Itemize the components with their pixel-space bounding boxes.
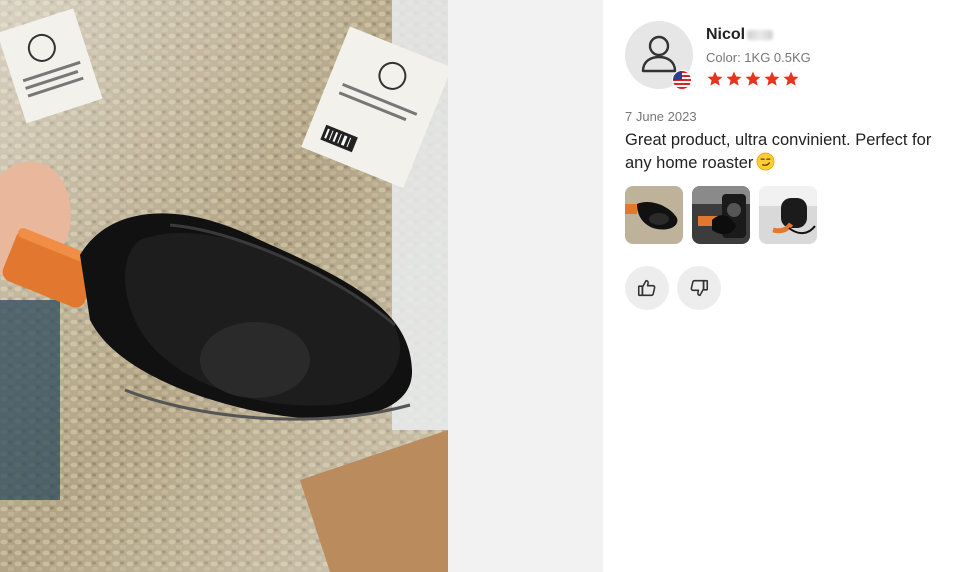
review-date: 7 June 2023 [625, 109, 697, 124]
redacted-name-blur [747, 29, 774, 40]
review-vote-buttons [625, 266, 721, 310]
review-photo-thumbnail-1[interactable] [625, 186, 683, 244]
thumbs-down-icon [690, 279, 709, 297]
review-photo-thumbnails [625, 186, 817, 244]
star-icon [744, 70, 762, 88]
coffee-scoop-photo [0, 0, 448, 572]
smirk-emoji-icon [756, 152, 775, 171]
us-flag-icon [672, 70, 692, 90]
star-rating [706, 70, 800, 88]
star-icon [706, 70, 724, 88]
review-photo-large[interactable] [0, 0, 448, 572]
reviewer-name-text: Nicol [706, 26, 746, 43]
reviewer-name: Nicol [706, 26, 774, 44]
review-card: Nicol Color: 1KG 0.5KG 7 June 2023 Great… [603, 0, 960, 572]
review-photo-thumbnail-2[interactable] [692, 186, 750, 244]
thumbs-up-icon [637, 279, 656, 297]
star-icon [725, 70, 743, 88]
helpful-button[interactable] [625, 266, 669, 310]
not-helpful-button[interactable] [677, 266, 721, 310]
star-icon [782, 70, 800, 88]
review-photo-thumbnail-3[interactable] [759, 186, 817, 244]
star-icon [763, 70, 781, 88]
review-text-body: Great product, ultra convinient. Perfect… [625, 131, 932, 172]
review-text: Great product, ultra convinient. Perfect… [625, 129, 945, 175]
image-viewer-background [448, 0, 603, 572]
variant-label: Color: 1KG 0.5KG [706, 50, 811, 65]
